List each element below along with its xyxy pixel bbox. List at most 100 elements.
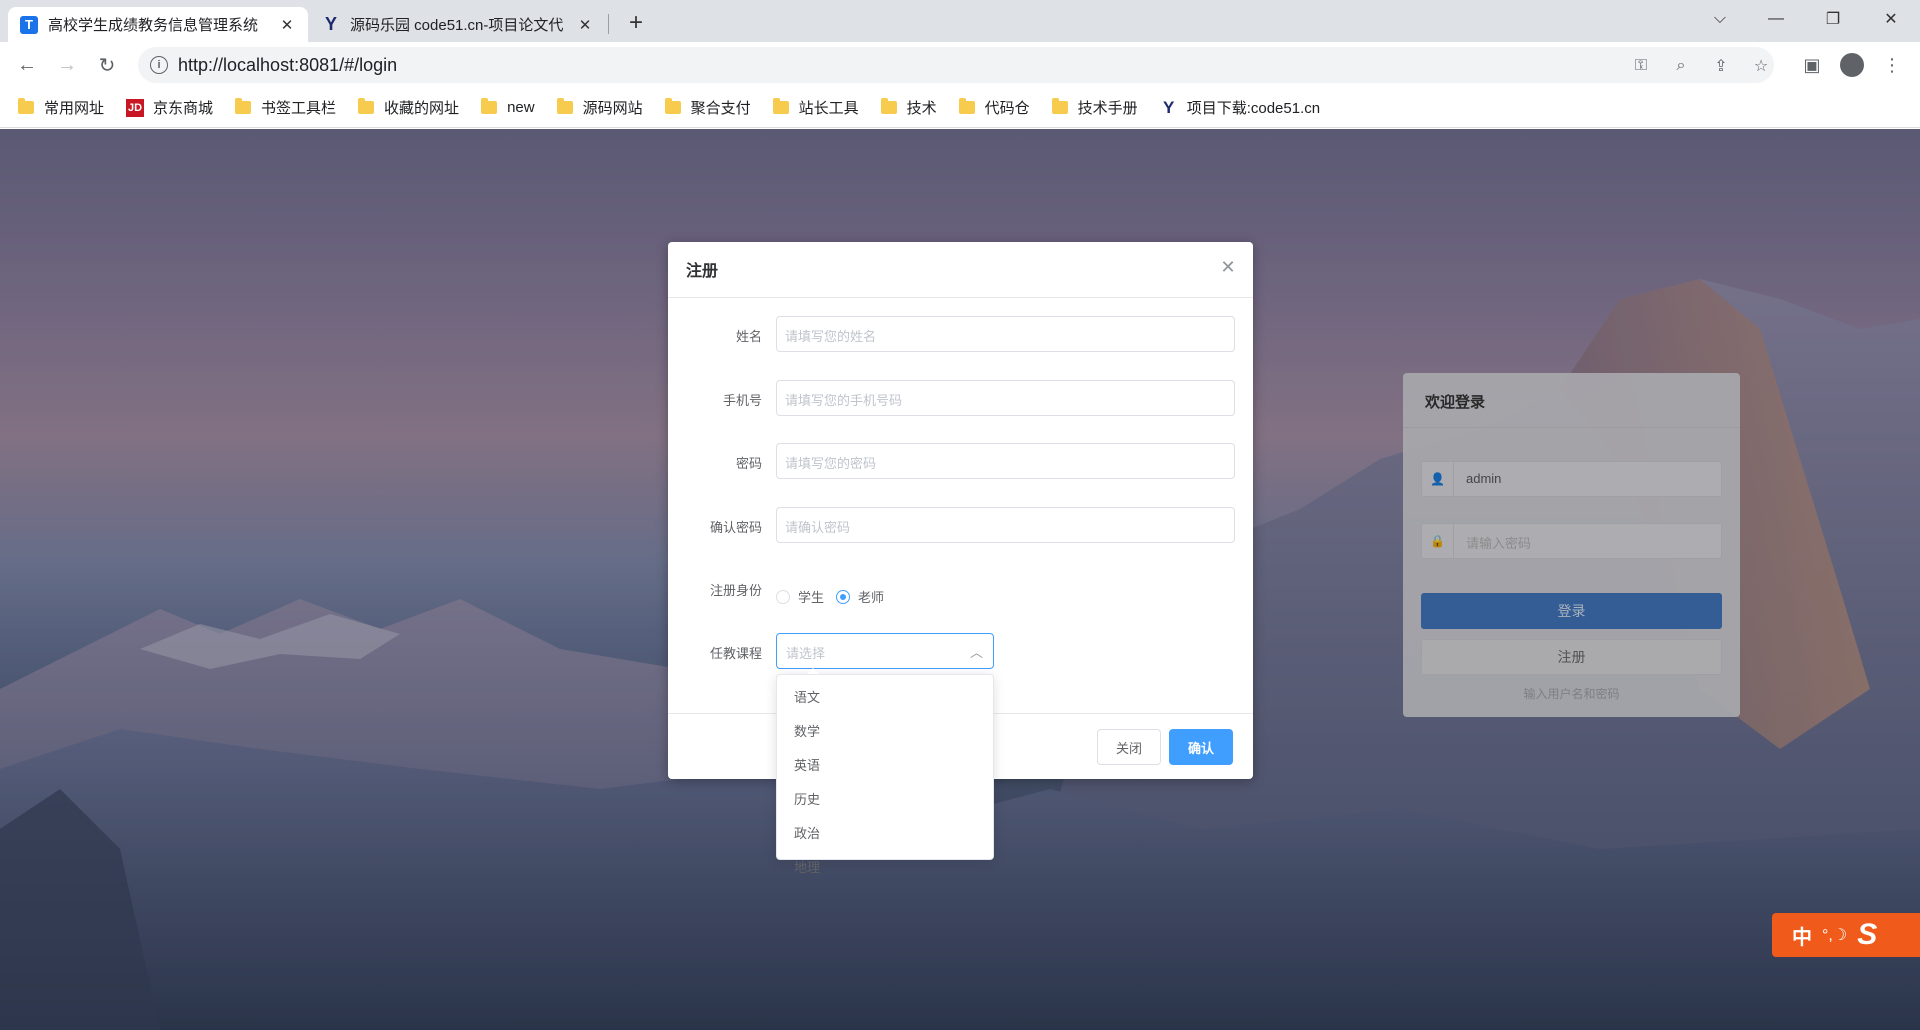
- folder-icon: [958, 98, 975, 114]
- course-label: 任教课程: [709, 646, 762, 661]
- browser-toolbar: ← → ↻ i http://localhost:8081/#/login ⚿ …: [0, 42, 1920, 88]
- y-favicon-icon: Y: [324, 14, 337, 34]
- radio-label: 老师: [858, 590, 885, 605]
- folder-icon: [18, 98, 34, 114]
- dialog-title: 注册: [686, 263, 719, 280]
- info-icon[interactable]: i: [150, 56, 168, 74]
- chevron-up-icon: ︿: [969, 645, 983, 660]
- reload-button[interactable]: ↻: [90, 48, 124, 82]
- share-icon[interactable]: ⇪: [1710, 55, 1732, 77]
- y-logo-icon: Y: [1163, 97, 1175, 117]
- bookmark-label: 项目下载:code51.cn: [1186, 100, 1321, 117]
- dropdown-option[interactable]: 英语: [777, 749, 993, 783]
- bookmark-item[interactable]: 技术手册: [1051, 97, 1138, 118]
- side-panel-icon[interactable]: ▣: [1795, 48, 1829, 82]
- avatar: [1840, 53, 1864, 77]
- folder-icon: [1051, 98, 1068, 114]
- address-bar[interactable]: i http://localhost:8081/#/login ⚿ ⌕ ⇪ ☆: [138, 47, 1774, 83]
- bookmark-item[interactable]: Y 项目下载:code51.cn: [1160, 97, 1320, 118]
- restore-button[interactable]: ❐: [1806, 0, 1860, 38]
- close-icon[interactable]: ✕: [278, 16, 296, 34]
- name-label: 姓名: [735, 329, 762, 344]
- dropdown-option[interactable]: 数学: [777, 715, 993, 749]
- bookmarks-bar: 常用网址 JD 京东商城 书签工具栏 收藏的网址 new 源码网站 聚合支付 站长…: [0, 88, 1920, 128]
- role-radio-student[interactable]: 学生: [776, 587, 824, 606]
- dropdown-option[interactable]: 历史: [777, 783, 993, 817]
- dropdown-option[interactable]: 地理: [777, 851, 993, 885]
- course-placeholder: 请选择: [786, 646, 826, 661]
- divider: [668, 297, 1253, 298]
- new-tab-button[interactable]: +: [622, 9, 650, 37]
- tab-active[interactable]: T 高校学生成绩教务信息管理系统 ✕: [8, 7, 308, 42]
- forward-button[interactable]: →: [50, 48, 84, 82]
- folder-icon: [556, 98, 573, 114]
- dropdown-option[interactable]: 语文: [777, 681, 993, 715]
- bookmark-item[interactable]: 收藏的网址: [358, 97, 459, 118]
- bookmark-label: 收藏的网址: [384, 100, 460, 117]
- password-placeholder: 请填写您的密码: [785, 456, 877, 471]
- name-input[interactable]: 请填写您的姓名: [776, 316, 1235, 352]
- bookmark-label: 常用网址: [44, 100, 105, 117]
- bookmark-item[interactable]: JD 京东商城: [126, 97, 213, 118]
- dropdown-option[interactable]: 政治: [777, 817, 993, 851]
- bookmark-label: 站长工具: [798, 100, 859, 117]
- bookmark-item[interactable]: 代码仓: [958, 97, 1030, 118]
- zoom-icon[interactable]: ⌕: [1670, 55, 1692, 77]
- url-text: http://localhost:8081/#/login: [178, 55, 398, 75]
- radio-label: 学生: [798, 590, 825, 605]
- close-icon[interactable]: ✕: [576, 16, 594, 34]
- bookmark-label: new: [507, 99, 535, 116]
- ime-mode[interactable]: 中: [1792, 921, 1812, 950]
- folder-icon: [481, 98, 498, 114]
- bookmark-item[interactable]: 聚合支付: [664, 97, 751, 118]
- folder-icon: [664, 98, 681, 114]
- folder-icon: [358, 98, 375, 114]
- cancel-button[interactable]: 关闭: [1097, 729, 1161, 765]
- tab-search-icon[interactable]: ⌵: [1693, 0, 1747, 38]
- phone-placeholder: 请填写您的手机号码: [785, 393, 903, 408]
- jd-logo-icon: JD: [126, 98, 145, 117]
- key-icon[interactable]: ⚿: [1630, 55, 1652, 77]
- confirm-placeholder: 请确认密码: [785, 520, 851, 535]
- close-icon[interactable]: ✕: [1219, 257, 1237, 277]
- tab-code51[interactable]: Y 源码乐园 code51.cn-项目论文代 ✕: [310, 7, 606, 42]
- back-button[interactable]: ←: [10, 48, 44, 82]
- name-placeholder: 请填写您的姓名: [785, 329, 877, 344]
- confirm-button[interactable]: 确认: [1169, 729, 1233, 765]
- bookmark-label: 技术手册: [1077, 100, 1138, 117]
- star-icon[interactable]: ☆: [1750, 55, 1772, 77]
- tab-separator: [608, 14, 609, 34]
- phone-input[interactable]: 请填写您的手机号码: [776, 380, 1235, 416]
- login-page: 欢迎登录 👤 admin 🔒 请输入密码 登录 注册 输入用户名和密码 中 °,…: [0, 129, 1920, 1030]
- menu-icon[interactable]: ⋮: [1875, 48, 1909, 82]
- bookmark-item[interactable]: 技术: [880, 97, 937, 118]
- course-dropdown: 语文 数学 英语 历史 政治 地理: [776, 668, 994, 875]
- ime-symbols[interactable]: °,☽: [1822, 925, 1847, 945]
- bookmark-label: 代码仓: [984, 100, 1030, 117]
- role-label: 注册身份: [709, 583, 762, 598]
- bookmark-label: 聚合支付: [690, 100, 751, 117]
- t-favicon-icon: T: [20, 15, 38, 34]
- confirm-password-label: 确认密码: [709, 520, 762, 535]
- role-radio-teacher[interactable]: 老师: [836, 587, 884, 606]
- password-input[interactable]: 请填写您的密码: [776, 443, 1235, 479]
- bookmark-label: 技术: [906, 100, 937, 117]
- window-close-button[interactable]: ✕: [1864, 0, 1918, 38]
- course-select[interactable]: 请选择 ︿: [776, 633, 994, 669]
- confirm-password-input[interactable]: 请确认密码: [776, 507, 1235, 543]
- bookmark-item[interactable]: 书签工具栏: [235, 97, 336, 118]
- password-label: 密码: [735, 456, 762, 471]
- bookmark-item[interactable]: 源码网站: [556, 97, 643, 118]
- ime-toolbar[interactable]: 中 °,☽ S: [1772, 913, 1920, 957]
- folder-icon: [772, 98, 789, 114]
- profile-avatar[interactable]: [1835, 48, 1869, 82]
- bookmark-item[interactable]: new: [481, 98, 535, 116]
- minimize-button[interactable]: —: [1749, 0, 1803, 38]
- sogou-logo-icon: S: [1857, 918, 1878, 951]
- radio-circle[interactable]: [776, 589, 790, 604]
- bookmark-item[interactable]: 站长工具: [772, 97, 859, 118]
- tab-title: 源码乐园 code51.cn-项目论文代: [350, 17, 564, 34]
- bookmark-label: 源码网站: [582, 100, 643, 117]
- bookmark-item[interactable]: 常用网址: [18, 97, 104, 118]
- radio-circle[interactable]: [836, 589, 850, 604]
